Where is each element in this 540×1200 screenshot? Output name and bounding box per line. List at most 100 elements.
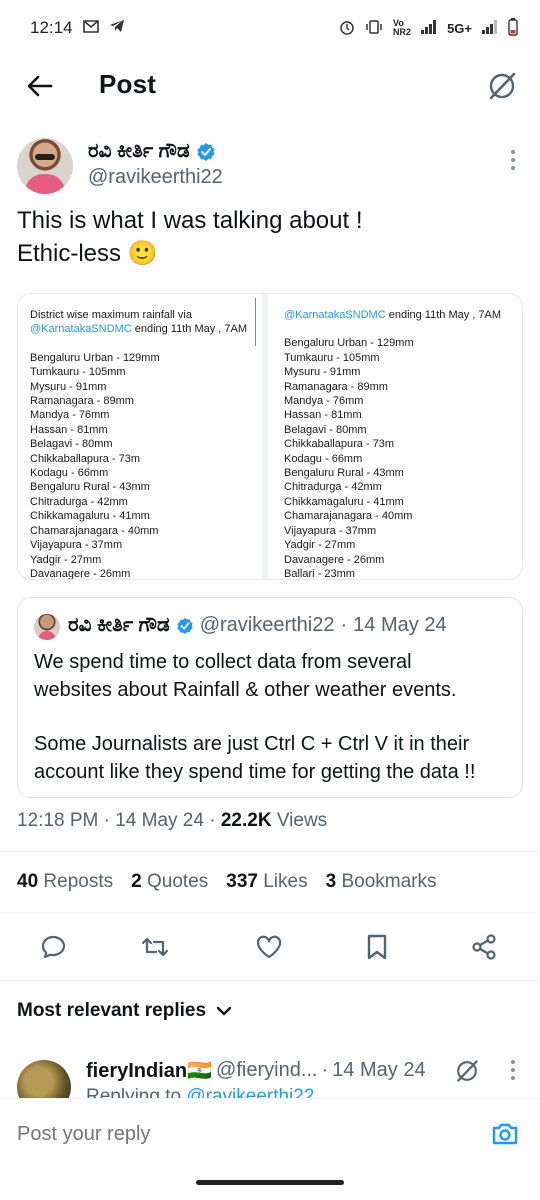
rainfall-row: Hassan - 81mm xyxy=(284,409,362,422)
rainfall-row: Chitradurga - 42mm xyxy=(30,495,128,508)
stat-bookmarks[interactable]: 3 Bookmarks xyxy=(326,871,437,893)
author-block: ರವಿ ಕೀರ್ತಿ ಗೌಡ @ravikeerthi22 xyxy=(0,136,540,196)
status-bar: 12:14 Vo NR2 5G+ xyxy=(0,0,540,56)
quote-verified-badge-icon xyxy=(177,617,193,634)
back-button[interactable] xyxy=(20,66,60,106)
stat-count: 2 xyxy=(131,871,142,892)
volte-icon: Vo NR2 xyxy=(393,18,412,37)
top-bar: Post xyxy=(0,56,540,116)
more-options-button[interactable] xyxy=(508,150,518,170)
views-label: Views xyxy=(276,810,328,831)
gmail-icon xyxy=(82,18,99,38)
reply-header: fieryIndian🇮🇳 @fieryind... · 14 May 24 xyxy=(86,1058,426,1083)
rainfall-row: Davanagere - 26mm xyxy=(284,553,385,566)
reply-grok-button[interactable] xyxy=(454,1058,480,1084)
repost-button[interactable] xyxy=(135,927,175,967)
quote-separator: · xyxy=(340,614,348,636)
rainfall-row: Vijayapura - 37mm xyxy=(284,524,377,537)
rainfall-row: Bengaluru Rural - 43mm xyxy=(30,481,150,494)
verified-badge-icon xyxy=(197,142,215,161)
share-button[interactable] xyxy=(464,927,504,967)
avatar-glasses xyxy=(35,154,55,160)
stat-quotes[interactable]: 2 Quotes xyxy=(131,871,208,893)
rainfall-row: Tumkauru - 105mm xyxy=(30,366,126,379)
quote-author-name: ರವಿ ಕೀರ್ತಿ ಗೌಡ xyxy=(68,614,170,636)
reply-author-name: fieryIndian🇮🇳 xyxy=(86,1060,213,1082)
rainfall-row: Vijayapura - 37mm xyxy=(30,539,123,552)
rainfall-row: Ramanagara - 89mm xyxy=(284,380,388,393)
tweet-date: 14 May 24 xyxy=(115,810,204,831)
rainfall-row: Chikkamagaluru - 41mm xyxy=(284,495,404,508)
quote-p2-line1: Some Journalists are just Ctrl C + Ctrl … xyxy=(34,733,470,755)
rainfall-row: Mysuru - 91mm xyxy=(284,366,361,379)
quoted-tweet[interactable]: ರವಿ ಕೀರ್ತಿ ಗೌಡ @ravikeerthi22 · 14 May 2… xyxy=(17,597,523,798)
quote-header: ರವಿ ಕೀರ್ತಿ ಗೌಡ @ravikeerthi22 · 14 May 2… xyxy=(68,614,447,637)
grok-button[interactable] xyxy=(482,66,522,106)
replies-sort-dropdown[interactable]: Most relevant replies xyxy=(17,1000,232,1022)
bookmark-button[interactable] xyxy=(357,927,397,967)
media-left-heading-rest: ending 11th May , 7AM xyxy=(131,323,248,336)
rainfall-row: Mandya - 76mm xyxy=(30,409,110,422)
meta-separator-2: · xyxy=(209,810,216,831)
rainfall-row: Ramanagara - 89mm xyxy=(30,395,134,408)
vibrate-icon xyxy=(365,19,383,37)
rainfall-row: Chamarajanagara - 40mm xyxy=(284,510,413,523)
stat-reposts[interactable]: 40 Reposts xyxy=(17,871,113,893)
reply-separator: · xyxy=(321,1059,329,1081)
rainfall-row: Mysuru - 91mm xyxy=(30,380,107,393)
reply-avatar[interactable] xyxy=(17,1060,71,1098)
media-right-heading-rest: ending 11th May , 7AM xyxy=(385,309,502,321)
reply-date: 14 May 24 xyxy=(332,1059,426,1081)
quote-paragraph-2: Some Journalists are just Ctrl C + Ctrl … xyxy=(34,730,514,786)
action-bar xyxy=(0,927,540,967)
page-title: Post xyxy=(99,69,157,99)
reply-input[interactable] xyxy=(17,1123,437,1146)
telegram-icon xyxy=(109,18,125,38)
media-right-heading: @KarnatakaSNDMC ending 11th May , 7AM xyxy=(284,308,510,322)
stat-label: Bookmarks xyxy=(341,871,437,892)
replying-prefix: Replying to xyxy=(86,1086,187,1098)
rainfall-row: Yadgir - 27mm xyxy=(30,553,102,566)
tweet-time: 12:18 PM xyxy=(17,810,99,831)
author-handle[interactable]: @ravikeerthi22 xyxy=(88,166,223,189)
signal-icon xyxy=(421,19,437,37)
divider xyxy=(0,912,540,913)
media-image-right[interactable]: @KarnatakaSNDMC ending 11th May , 7AM Be… xyxy=(268,294,522,579)
replying-mention[interactable]: @ravikeerthi22 xyxy=(186,1086,314,1098)
like-button[interactable] xyxy=(249,927,289,967)
quote-p1-line2: websites about Rainfall & other weather … xyxy=(34,679,457,701)
tweet-line-1: This is what I was talking about ! xyxy=(17,207,363,234)
media-left-heading-line1: District wise maximum rainfall via xyxy=(30,309,192,321)
avatar-shirt xyxy=(25,174,65,194)
rainfall-row: Chitradurga - 42mm xyxy=(284,481,382,494)
author-name[interactable]: ರವಿ ಕೀರ್ತಿ ಗೌಡ xyxy=(88,140,216,163)
repost-icon xyxy=(141,937,169,957)
rainfall-row: Kodagu - 66mm xyxy=(284,452,363,465)
media-image-left[interactable]: District wise maximum rainfall via @Karn… xyxy=(18,294,268,579)
arrow-left-icon xyxy=(27,75,53,97)
media-right-mention: @KarnatakaSNDMC xyxy=(284,309,386,321)
avatar[interactable] xyxy=(17,138,73,194)
reply-button[interactable] xyxy=(34,927,74,967)
reply-more-button[interactable] xyxy=(508,1060,518,1080)
quote-p1-line1: We spend time to collect data from sever… xyxy=(34,651,412,673)
share-icon xyxy=(472,934,496,960)
quote-paragraph-1: We spend time to collect data from sever… xyxy=(34,648,514,704)
home-indicator[interactable] xyxy=(196,1180,344,1185)
tweet-media[interactable]: District wise maximum rainfall via @Karn… xyxy=(17,293,523,580)
rainfall-row: Bengaluru Rural - 43mm xyxy=(284,467,404,480)
stat-likes[interactable]: 337 Likes xyxy=(226,871,307,893)
stat-count: 3 xyxy=(325,871,337,892)
stat-label: Likes xyxy=(263,871,308,892)
quote-date: 14 May 24 xyxy=(353,614,447,636)
media-left-heading: District wise maximum rainfall via @Karn… xyxy=(30,308,250,337)
network-type: 5G+ xyxy=(447,20,472,36)
reply-item[interactable]: fieryIndian🇮🇳 @fieryind... · 14 May 24 R… xyxy=(0,1058,540,1098)
tweet-meta: 12:18 PM · 14 May 24 · 22.2K Views xyxy=(17,810,327,832)
camera-button[interactable] xyxy=(488,1117,522,1151)
replies-sort-label: Most relevant replies xyxy=(17,1000,207,1021)
quote-author-handle: @ravikeerthi22 xyxy=(199,614,335,636)
media-left-mention: @KarnatakaSNDMC xyxy=(30,323,132,336)
media-divider-line xyxy=(255,298,256,346)
quote-text: We spend time to collect data from sever… xyxy=(34,648,514,786)
